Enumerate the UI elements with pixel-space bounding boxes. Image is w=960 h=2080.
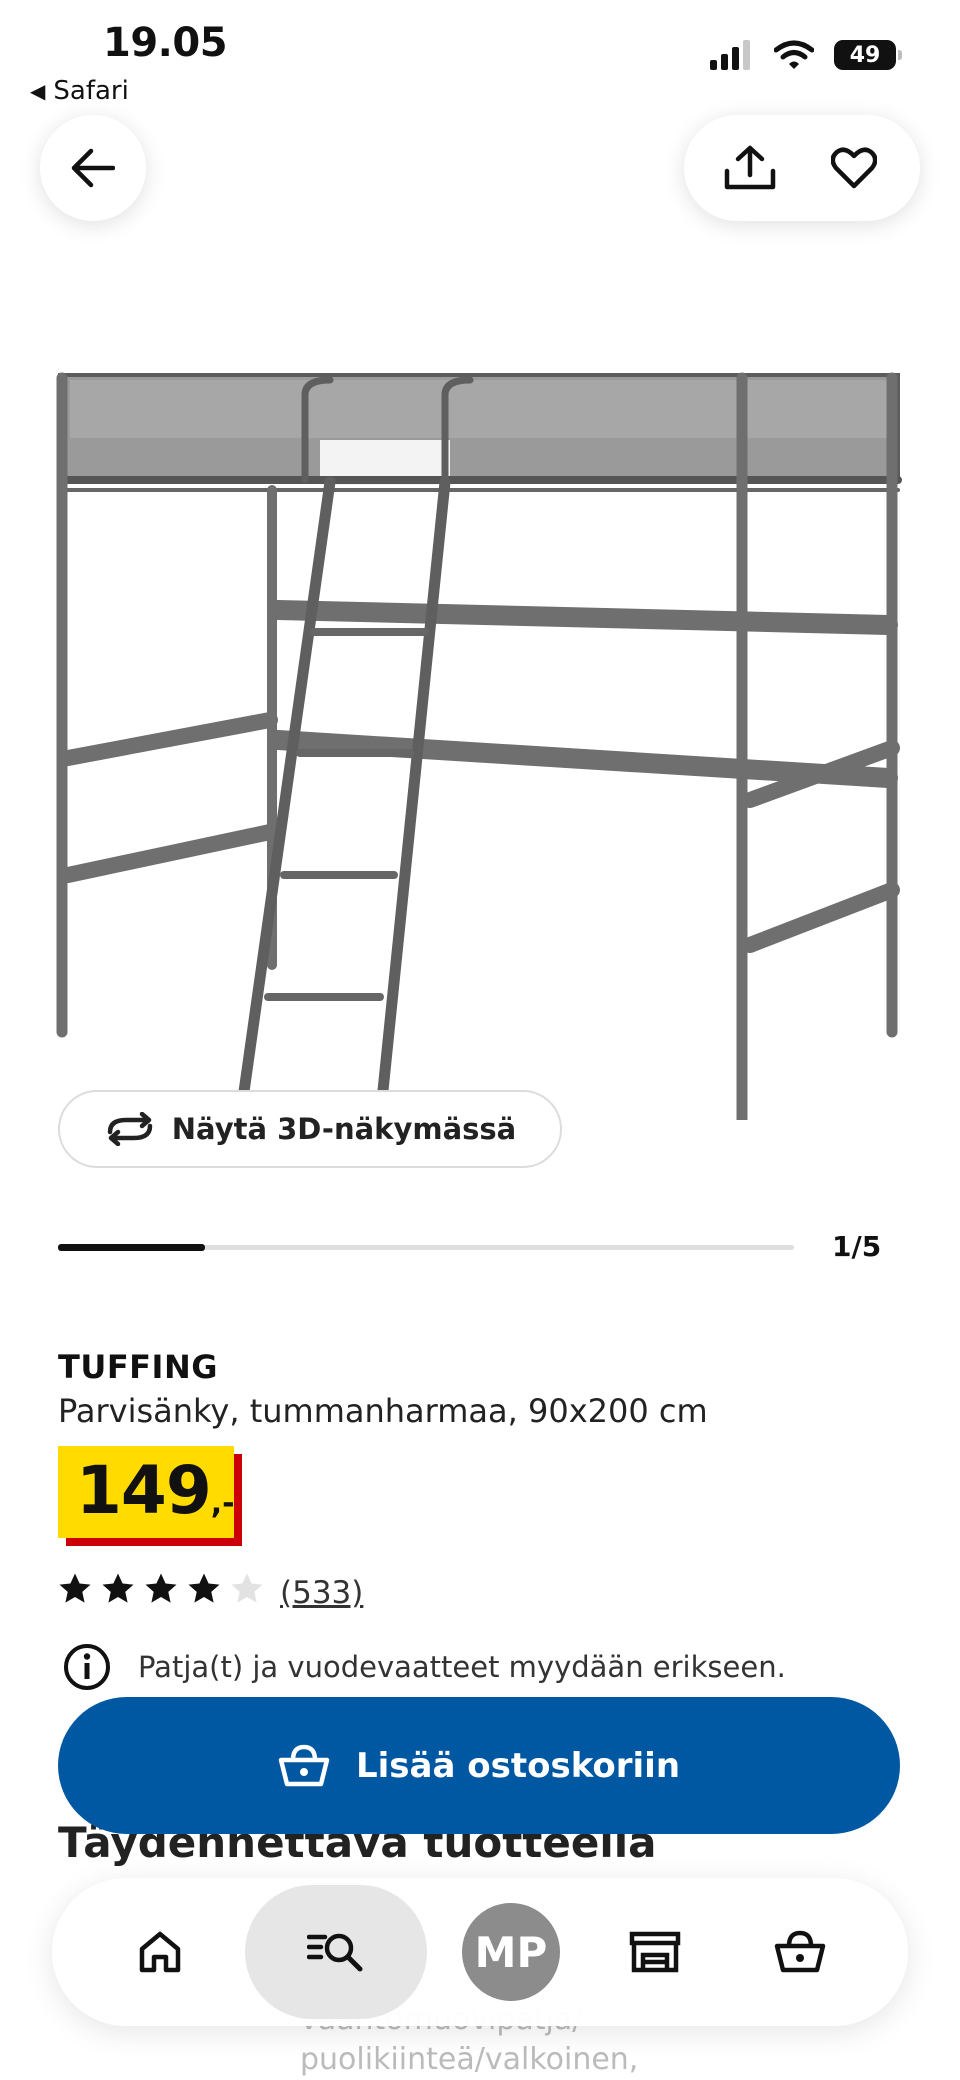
home-icon <box>139 1931 181 1973</box>
nav-search[interactable] <box>244 1885 427 2019</box>
share-icon <box>724 145 776 190</box>
avatar: MP <box>461 1903 560 2001</box>
price-suffix: ,- <box>210 1486 235 1521</box>
battery-indicator: 49 <box>834 40 902 70</box>
product-name: TUFFING <box>58 1348 218 1386</box>
rating-stars[interactable] <box>58 1572 264 1604</box>
bottom-navigation: MP <box>52 1878 908 2026</box>
arrow-left-icon <box>71 148 115 188</box>
back-to-app-link[interactable]: ◀ Safari <box>30 76 129 106</box>
back-triangle-icon: ◀ <box>30 79 46 103</box>
favourite-button[interactable] <box>814 128 894 208</box>
complement-product-line-2: puolikiinteä/valkoinen, <box>300 2042 639 2077</box>
add-to-cart-label: Lisää ostoskoriin <box>355 1745 681 1786</box>
nav-home[interactable] <box>100 1892 220 2012</box>
store-icon <box>630 1931 681 1973</box>
star-empty-icon <box>231 1573 263 1603</box>
star-filled-icon <box>145 1573 177 1603</box>
wifi-icon <box>774 40 814 69</box>
status-time: 19.05 <box>103 20 228 66</box>
share-button[interactable] <box>710 128 790 208</box>
header-actions <box>684 115 920 221</box>
image-carousel-progress <box>58 1244 205 1251</box>
info-note: Patja(t) ja vuodevaatteet myydään erikse… <box>62 1642 786 1692</box>
product-description: Parvisänky, tummanharmaa, 90x200 cm <box>58 1392 708 1430</box>
status-icons: 49 <box>710 40 902 70</box>
add-to-cart-button[interactable]: Lisää ostoskoriin <box>58 1697 900 1834</box>
review-count-link[interactable]: (533) <box>280 1575 363 1611</box>
star-filled-icon <box>102 1573 134 1603</box>
star-filled-icon <box>188 1573 220 1603</box>
product-image-loft-bed[interactable] <box>50 360 910 1120</box>
info-text: Patja(t) ja vuodevaatteet myydään erikse… <box>138 1650 786 1684</box>
back-button[interactable] <box>40 115 146 221</box>
star-filled-icon <box>59 1573 91 1603</box>
shopping-basket-icon <box>278 1744 330 1786</box>
cellular-signal-icon <box>710 40 750 70</box>
battery-level: 49 <box>849 42 881 68</box>
info-icon <box>64 1644 110 1690</box>
view-3d-label: Näytä 3D-näkymässä <box>171 1112 517 1146</box>
search-list-icon <box>306 1933 363 1972</box>
heart-icon <box>831 147 877 189</box>
nav-profile[interactable]: MP <box>451 1892 571 2012</box>
nav-store[interactable] <box>595 1892 715 2012</box>
nav-cart[interactable] <box>740 1892 860 2012</box>
shopping-basket-icon <box>774 1930 825 1973</box>
image-counter: 1/5 <box>832 1230 882 1263</box>
price-value: 149 <box>76 1452 212 1529</box>
view-3d-button[interactable]: Näytä 3D-näkymässä <box>58 1090 562 1168</box>
rotate-3d-icon <box>107 1112 152 1146</box>
back-app-label: Safari <box>53 76 129 106</box>
